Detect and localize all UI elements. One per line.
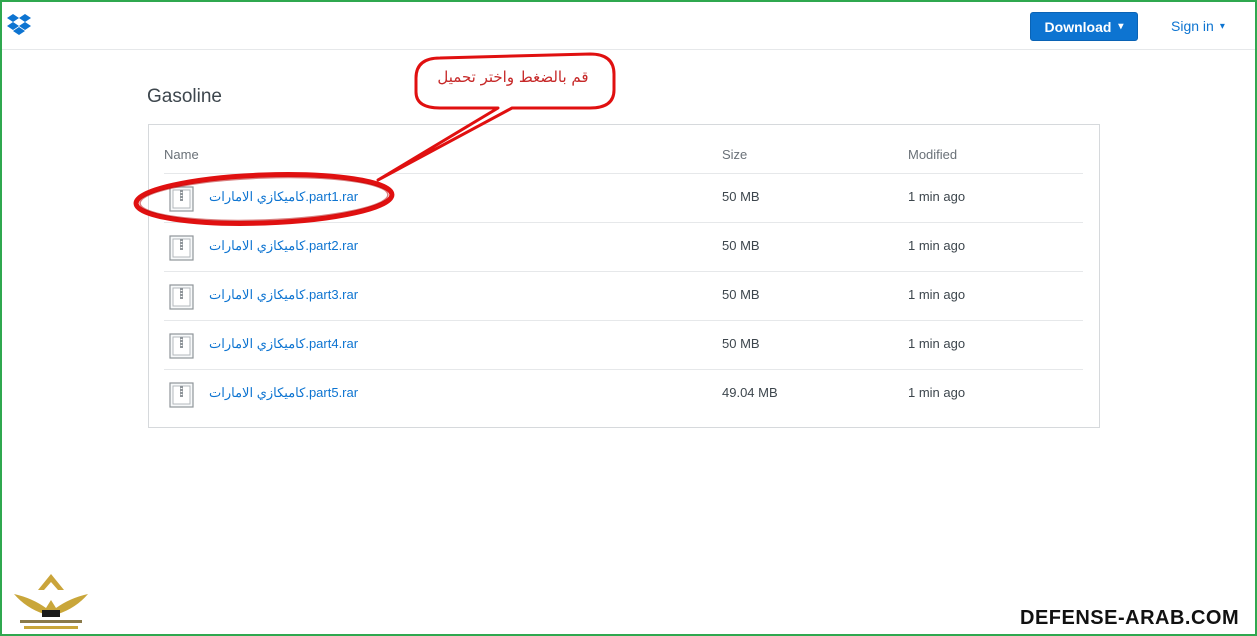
folder-title: Gasoline: [147, 86, 222, 107]
file-row[interactable]: كاميكازي الامارات.part2.rar 50 MB 1 min ag…: [164, 222, 1083, 272]
file-modified: 1 min ago: [908, 385, 966, 400]
file-name-link[interactable]: كاميكازي الامارات.part5.rar: [209, 385, 358, 401]
file-size: 50 MB: [722, 189, 760, 204]
site-watermark: DEFENSE-ARAB.COM: [1020, 607, 1240, 629]
file-modified: 1 min ago: [908, 189, 966, 204]
chevron-down-icon: ▾: [1118, 21, 1124, 32]
file-name-link[interactable]: كاميكازي الامارات.part1.rar: [209, 189, 358, 205]
column-header-modified[interactable]: Modified: [908, 147, 957, 162]
file-name-link[interactable]: كاميكازي الامارات.part2.rar: [209, 238, 358, 254]
archive-file-icon: [169, 186, 194, 212]
file-name-link[interactable]: كاميكازي الامارات.part4.rar: [209, 336, 358, 352]
chevron-down-icon: ▾: [1219, 20, 1225, 32]
archive-file-icon: [169, 382, 194, 408]
file-modified: 1 min ago: [908, 287, 966, 302]
sign-in-label: Sign in: [1171, 18, 1214, 34]
download-label: Download: [1044, 18, 1112, 35]
column-header-name[interactable]: Name: [164, 147, 199, 162]
arab-defense-forum-logo: [14, 574, 88, 629]
file-row[interactable]: كاميكازي الامارات.part4.rar 50 MB 1 min ag…: [164, 320, 1083, 370]
dropbox-logo-icon[interactable]: [6, 13, 32, 37]
file-size: 50 MB: [722, 336, 760, 351]
column-header-size[interactable]: Size: [722, 147, 747, 162]
archive-file-icon: [169, 235, 194, 261]
archive-file-icon: [169, 333, 194, 359]
file-name-link[interactable]: كاميكازي الامارات.part3.rar: [209, 287, 358, 303]
file-row[interactable]: كاميكازي الامارات.part5.rar 49.04 MB 1 min…: [164, 369, 1083, 419]
file-size: 50 MB: [722, 238, 760, 253]
file-size: 49.04 MB: [722, 385, 778, 400]
file-size: 50 MB: [722, 287, 760, 302]
download-button[interactable]: Download ▾: [1030, 12, 1138, 41]
file-modified: 1 min ago: [908, 336, 966, 351]
archive-file-icon: [169, 284, 194, 310]
file-row[interactable]: كاميكازي الامارات.part1.rar 50 MB 1 min ag…: [164, 173, 1083, 223]
file-modified: 1 min ago: [908, 238, 966, 253]
callout-text: قم بالضغط واختر تحميل: [437, 68, 589, 86]
file-row[interactable]: كاميكازي الامارات.part3.rar 50 MB 1 min ag…: [164, 271, 1083, 321]
sign-in-link[interactable]: Sign in ▾: [1171, 18, 1225, 34]
